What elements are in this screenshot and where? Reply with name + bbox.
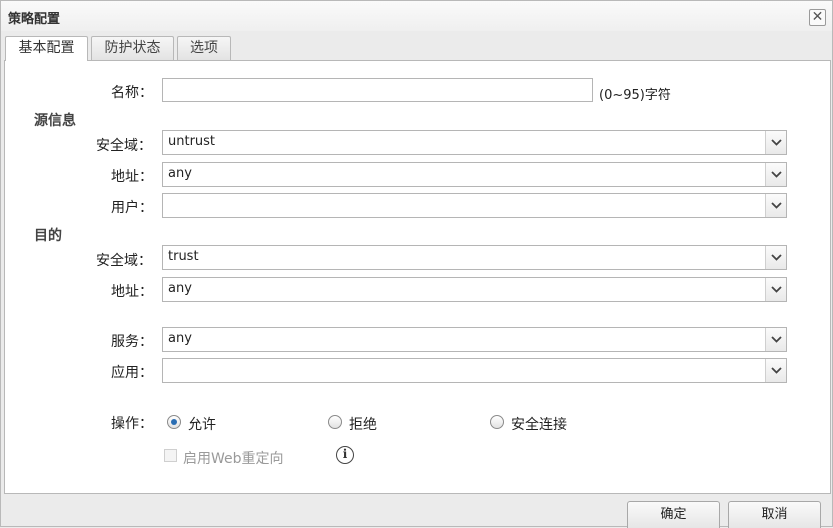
destination-zone-dropdown-button[interactable] xyxy=(765,246,786,269)
application-select[interactable] xyxy=(162,358,787,383)
destination-address-dropdown-button[interactable] xyxy=(765,278,786,301)
chevron-down-icon xyxy=(771,336,782,343)
web-redirect-checkbox[interactable] xyxy=(164,449,177,462)
policy-config-dialog: 策略配置 ✕ 基本配置 防护状态 选项 名称： (0~95)字符 源信息 安全域… xyxy=(0,0,833,528)
ok-button[interactable]: 确定 xyxy=(627,501,720,528)
close-icon: ✕ xyxy=(811,9,824,25)
name-input[interactable] xyxy=(162,78,593,102)
chevron-down-icon xyxy=(771,171,782,178)
dialog-title: 策略配置 xyxy=(8,12,61,27)
cancel-button[interactable]: 取消 xyxy=(728,501,821,528)
action-secure-connect-radio[interactable] xyxy=(490,415,504,429)
action-allow-radio[interactable] xyxy=(167,415,181,429)
application-dropdown-button[interactable] xyxy=(765,359,786,382)
destination-zone-select[interactable]: trust xyxy=(162,245,787,270)
destination-section-heading: 目的 xyxy=(34,228,62,244)
chevron-down-icon xyxy=(771,139,782,146)
application-label: 应用： xyxy=(111,365,153,381)
chevron-down-icon xyxy=(771,286,782,293)
service-select[interactable]: any xyxy=(162,327,787,352)
basic-config-panel: 名称： (0~95)字符 源信息 安全域： untrust 地址： any 用户… xyxy=(4,60,831,494)
web-redirect-label: 启用Web重定向 xyxy=(183,451,284,467)
source-zone-dropdown-button[interactable] xyxy=(765,131,786,154)
info-icon[interactable]: i xyxy=(336,446,354,464)
source-zone-value: untrust xyxy=(168,134,216,149)
tab-options[interactable]: 选项 xyxy=(177,36,231,60)
source-user-dropdown-button[interactable] xyxy=(765,194,786,217)
service-value: any xyxy=(168,331,192,346)
action-allow-label[interactable]: 允许 xyxy=(188,414,216,434)
service-label: 服务： xyxy=(111,334,153,350)
service-dropdown-button[interactable] xyxy=(765,328,786,351)
source-user-label: 用户： xyxy=(111,200,153,216)
chevron-down-icon xyxy=(771,202,782,209)
source-zone-label: 安全域： xyxy=(96,138,152,154)
name-label: 名称： xyxy=(111,85,153,101)
source-address-value: any xyxy=(168,166,192,181)
action-label: 操作： xyxy=(111,416,153,432)
chevron-down-icon xyxy=(771,367,782,374)
destination-zone-value: trust xyxy=(168,249,199,264)
tab-protection-status[interactable]: 防护状态 xyxy=(91,36,174,60)
destination-address-value: any xyxy=(168,281,192,296)
destination-address-select[interactable]: any xyxy=(162,277,787,302)
action-deny-label[interactable]: 拒绝 xyxy=(349,414,377,434)
close-button[interactable]: ✕ xyxy=(809,9,826,26)
source-address-dropdown-button[interactable] xyxy=(765,163,786,186)
source-address-select[interactable]: any xyxy=(162,162,787,187)
name-length-hint: (0~95)字符 xyxy=(599,88,671,103)
chevron-down-icon xyxy=(771,254,782,261)
destination-zone-label: 安全域： xyxy=(96,253,152,269)
source-zone-select[interactable]: untrust xyxy=(162,130,787,155)
destination-address-label: 地址： xyxy=(111,284,153,300)
action-secure-connect-label[interactable]: 安全连接 xyxy=(511,414,567,434)
tab-basic-config[interactable]: 基本配置 xyxy=(5,36,88,61)
source-address-label: 地址： xyxy=(111,169,153,185)
source-section-heading: 源信息 xyxy=(34,113,76,129)
title-bar: 策略配置 ✕ xyxy=(1,1,832,31)
action-deny-radio[interactable] xyxy=(328,415,342,429)
source-user-select[interactable] xyxy=(162,193,787,218)
